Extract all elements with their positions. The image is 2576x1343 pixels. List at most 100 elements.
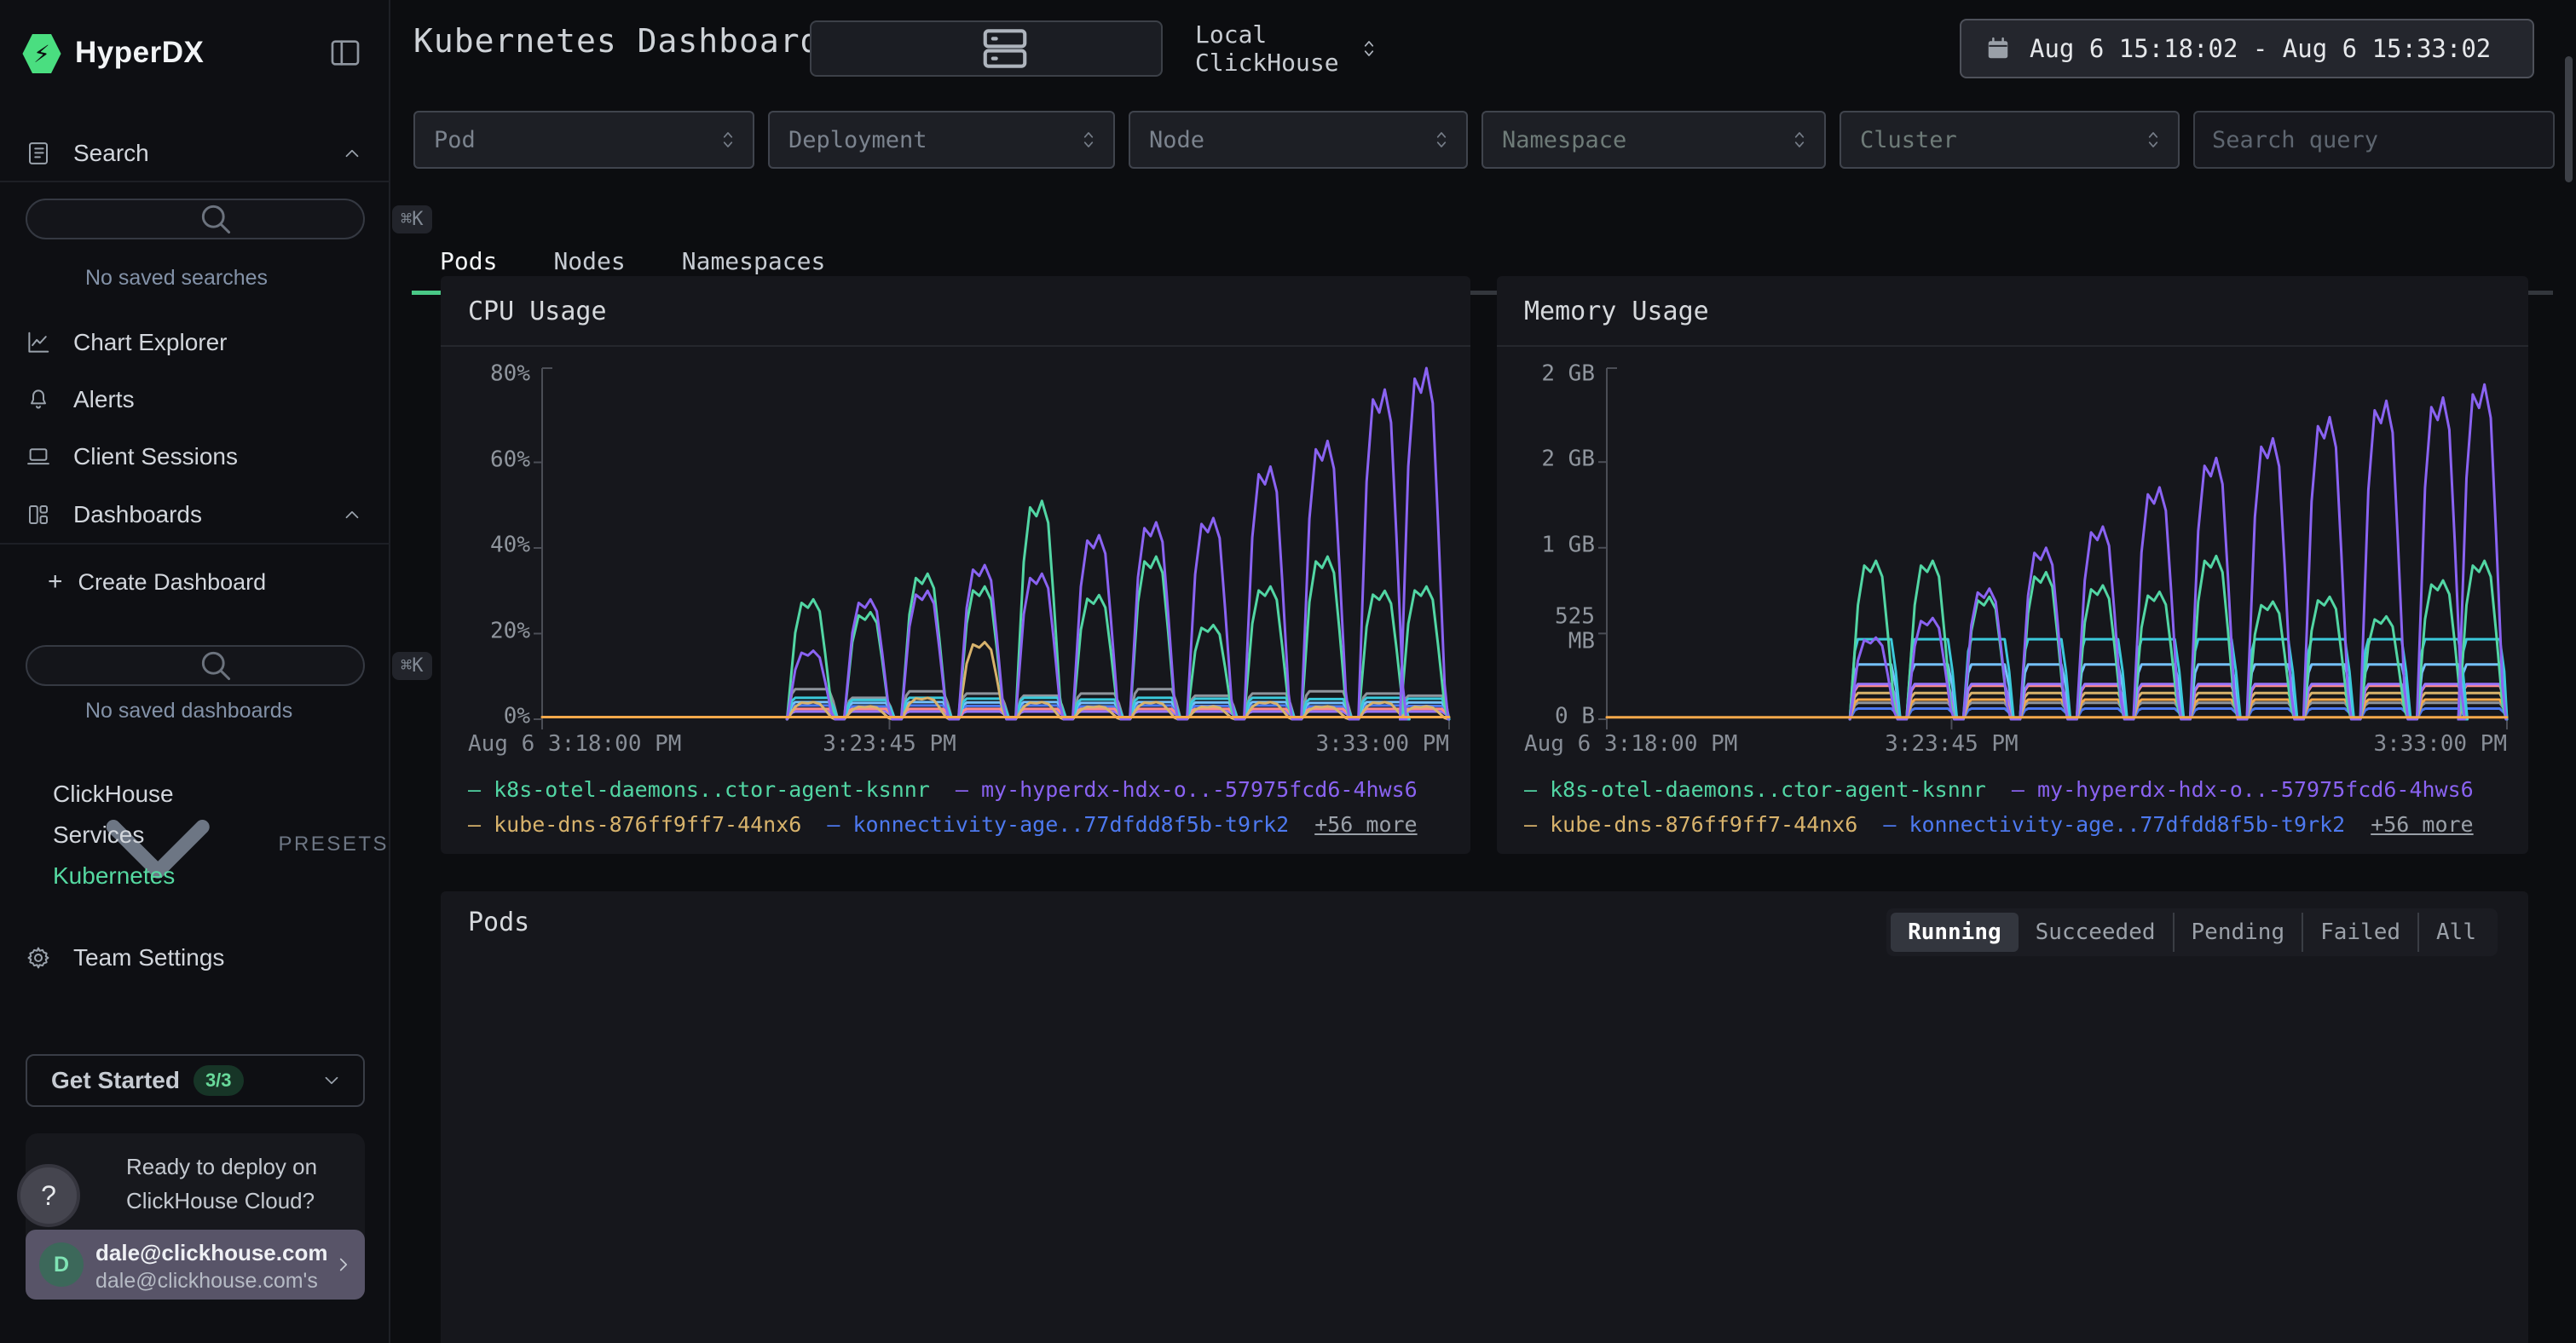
legend-more-link[interactable]: +56 more	[2371, 812, 2473, 837]
filter-placeholder: Deployment	[788, 127, 927, 153]
status-filter-failed[interactable]: Failed	[2302, 913, 2417, 952]
legend-item[interactable]: — k8s-otel-daemons..ctor-agent-ksnnr	[1524, 777, 1986, 802]
plus-icon: +	[48, 568, 63, 597]
bell-icon	[26, 387, 51, 412]
chevron-up-icon[interactable]	[341, 504, 363, 526]
legend-item[interactable]: — my-hyperdx-hdx-o..-57975fcd6-4hws6	[956, 777, 1418, 802]
y-axis-tick-label: 0%	[441, 704, 530, 729]
status-filter-all[interactable]: All	[2417, 913, 2493, 952]
collapse-sidebar-icon[interactable]	[327, 36, 363, 70]
dashboards-icon	[26, 502, 51, 527]
journal-icon	[26, 141, 51, 166]
scrollbar-thumb[interactable]	[2565, 56, 2573, 182]
no-saved-dashboards-note: No saved dashboards	[85, 699, 292, 723]
filter-placeholder: Cluster	[1860, 127, 1957, 153]
get-started-button[interactable]: Get Started 3/3	[26, 1054, 365, 1107]
select-chevrons-icon	[1339, 36, 1361, 61]
app-root: ⚡ HyperDX Search ⌘K No saved searches	[0, 0, 2576, 1343]
x-axis-tick-label: 3:33:00 PM	[2373, 731, 2507, 757]
legend-item[interactable]: — kube-dns-876ff9ff7-44nx6	[468, 812, 801, 837]
saved-dashboards-input[interactable]: ⌘K	[26, 645, 365, 686]
y-axis-tick-label: 0 B	[1497, 704, 1595, 729]
chart-legend: — k8s-otel-daemons..ctor-agent-ksnnr — my…	[1524, 777, 2496, 837]
filter-bar: Pod Deployment Node Namespace Cluster	[413, 111, 2555, 169]
create-dashboard-button[interactable]: + Create Dashboard	[0, 556, 390, 608]
sidebar-preset-services[interactable]: Services	[53, 821, 144, 849]
y-axis-tick-label: 2 GB	[1497, 447, 1595, 471]
filter-select-deployment[interactable]: Deployment	[768, 111, 1115, 169]
filter-placeholder: Namespace	[1502, 127, 1626, 153]
select-chevrons-icon	[1077, 127, 1100, 153]
chart-plot	[530, 366, 1453, 733]
legend-item[interactable]: — k8s-otel-daemons..ctor-agent-ksnnr	[468, 777, 930, 802]
source-select[interactable]: Local ClickHouse	[810, 20, 1163, 77]
pods-title: Pods	[468, 891, 529, 954]
filter-select-namespace[interactable]: Namespace	[1481, 111, 1826, 169]
chevron-right-icon	[332, 1254, 355, 1276]
user-menu[interactable]: D dale@clickhouse.com dale@clickhouse.co…	[26, 1230, 365, 1300]
sidebar-item-dashboards[interactable]: Dashboards	[0, 487, 390, 545]
chevron-up-icon[interactable]	[341, 142, 363, 164]
y-axis-tick-label: 2 GB	[1497, 361, 1595, 386]
get-started-label: Get Started	[51, 1067, 180, 1094]
search-query-box	[2193, 111, 2555, 169]
pods-card: Pods Running Succeeded Pending Failed Al…	[441, 891, 2528, 1343]
no-saved-searches-note: No saved searches	[85, 266, 268, 291]
sidebar: ⚡ HyperDX Search ⌘K No saved searches	[0, 0, 390, 1343]
legend-item[interactable]: — konnectivity-age..77dfdd8f5b-t9rk2	[1883, 812, 2345, 837]
x-axis-tick-label: 3:23:45 PM	[823, 731, 956, 757]
y-axis-tick-label: 20%	[441, 619, 530, 643]
sidebar-item-team-settings[interactable]: Team Settings	[0, 931, 390, 985]
time-range-picker[interactable]: Aug 6 15:18:02 - Aug 6 15:33:02	[1960, 19, 2534, 78]
get-started-progress-badge: 3/3	[193, 1065, 244, 1096]
memory-usage-title: Memory Usage	[1524, 276, 1709, 347]
y-axis-tick-label: 80%	[441, 361, 530, 386]
source-select-value: Local ClickHouse	[1195, 20, 1339, 77]
x-axis-tick-label: Aug 6 3:18:00 PM	[1524, 731, 1737, 757]
create-dashboard-label: Create Dashboard	[78, 569, 267, 596]
x-axis-tick-label: 3:23:45 PM	[1885, 731, 2019, 757]
x-axis-tick-label: 3:33:00 PM	[1315, 731, 1449, 757]
y-axis-tick-label: 40%	[441, 533, 530, 557]
search-icon	[48, 647, 384, 684]
sidebar-item-chart-explorer[interactable]: Chart Explorer	[0, 315, 390, 370]
cpu-usage-card: CPU Usage 80%60%40%20%0%Aug 6 3:18:00 PM…	[441, 276, 1470, 854]
select-chevrons-icon	[2142, 127, 2164, 153]
brand-row: ⚡ HyperDX	[0, 0, 390, 106]
help-button[interactable]: ?	[17, 1164, 80, 1227]
sidebar-item-label: Dashboards	[73, 501, 202, 528]
sidebar-item-search[interactable]: Search	[0, 126, 390, 182]
brand-name: HyperDX	[75, 36, 204, 70]
promo-line2: ClickHouse Cloud?	[126, 1188, 315, 1214]
filter-placeholder: Node	[1149, 127, 1204, 153]
x-axis-tick-label: Aug 6 3:18:00 PM	[468, 731, 681, 757]
y-axis-tick-label: 1 GB	[1497, 533, 1595, 557]
status-filter-running[interactable]: Running	[1891, 913, 2019, 952]
memory-usage-card: Memory Usage 2 GB 2 GB 1 GB 525 MB 0 BAug 6 …	[1497, 276, 2528, 854]
y-axis-tick-label: 60%	[441, 447, 530, 472]
status-filter-succeeded[interactable]: Succeeded	[2019, 913, 2173, 952]
chart-icon	[26, 330, 51, 355]
sidebar-item-alerts[interactable]: Alerts	[0, 372, 390, 427]
filter-placeholder: Pod	[434, 127, 476, 153]
filter-select-pod[interactable]: Pod	[413, 111, 754, 169]
legend-item[interactable]: — my-hyperdx-hdx-o..-57975fcd6-4hws6	[2012, 777, 2474, 802]
avatar: D	[39, 1242, 84, 1287]
sidebar-item-label: Chart Explorer	[73, 329, 228, 356]
filter-select-cluster[interactable]: Cluster	[1840, 111, 2180, 169]
search-icon	[48, 200, 384, 238]
status-filter-pending[interactable]: Pending	[2173, 913, 2302, 952]
search-query-input[interactable]	[2212, 127, 2536, 153]
select-chevrons-icon	[1430, 127, 1453, 153]
chart-legend: — k8s-otel-daemons..ctor-agent-ksnnr — my…	[468, 777, 1440, 837]
saved-searches-input[interactable]: ⌘K	[26, 199, 365, 239]
presets-label: PRESETS	[278, 833, 389, 856]
filter-select-node[interactable]: Node	[1129, 111, 1468, 169]
legend-item[interactable]: — konnectivity-age..77dfdd8f5b-t9rk2	[827, 812, 1289, 837]
sidebar-preset-clickhouse[interactable]: ClickHouse	[53, 781, 174, 808]
sidebar-item-client-sessions[interactable]: Client Sessions	[0, 429, 390, 484]
legend-more-link[interactable]: +56 more	[1314, 812, 1417, 837]
sidebar-preset-kubernetes[interactable]: Kubernetes	[53, 862, 175, 890]
legend-item[interactable]: — kube-dns-876ff9ff7-44nx6	[1524, 812, 1857, 837]
y-axis-tick-label: 525 MB	[1497, 605, 1595, 654]
